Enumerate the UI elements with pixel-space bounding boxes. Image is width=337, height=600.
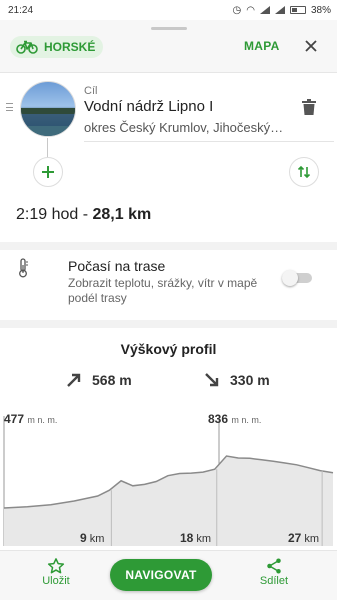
km-marker-18: 18 km: [180, 531, 211, 545]
km-marker-18-value: 18: [180, 531, 194, 545]
share-label: Sdílet: [259, 575, 289, 587]
elevation-unit: m n. m.: [27, 415, 58, 425]
sheet-header: HORSKÉ MAPA: [0, 20, 337, 72]
navigate-button[interactable]: NAVIGOVAT: [110, 559, 212, 591]
bottom-action-bar: Uložit NAVIGOVAT Sdílet: [0, 550, 337, 600]
km-marker-9-value: 9: [80, 531, 87, 545]
max-elevation-label: 836 m n. m.: [208, 412, 261, 426]
signal-icon-2: [274, 6, 285, 14]
weather-toggle[interactable]: [282, 270, 312, 286]
toggle-knob: [282, 270, 298, 286]
max-elevation-value: 836: [208, 412, 229, 426]
km-marker-9: 9 km: [80, 531, 104, 545]
section-separator-2: [0, 320, 337, 328]
battery-icon: [289, 6, 306, 14]
elevation-chart[interactable]: [0, 328, 337, 550]
waypoint-connector: [47, 138, 48, 158]
status-bar: 21:24 ◷ ◠ 38%: [0, 0, 337, 20]
destination-name[interactable]: Vodní nádrž Lipno I: [84, 98, 213, 115]
weather-row[interactable]: Počasí na trase Zobrazit teplotu, srážky…: [0, 250, 337, 320]
drag-handle-icon[interactable]: [6, 103, 13, 111]
battery-level: 38%: [310, 4, 331, 16]
weather-title: Počasí na trase: [68, 258, 166, 274]
signal-icon: [259, 6, 270, 14]
elevation-area: [4, 456, 333, 546]
elevation-profile: Výškový profil 568 m 330 m 477 m n. m. 8…: [0, 328, 337, 550]
save-button[interactable]: Uložit: [36, 557, 76, 587]
save-label: Uložit: [42, 575, 70, 587]
share-button[interactable]: Sdílet: [254, 557, 294, 587]
photo-shore: [21, 126, 75, 136]
close-icon[interactable]: [301, 36, 321, 56]
add-waypoint-button[interactable]: [33, 157, 63, 187]
elevation-unit-2: m n. m.: [231, 415, 262, 425]
route-card: Cíl Vodní nádrž Lipno I okres Český Krum…: [0, 72, 337, 242]
section-separator: [0, 242, 337, 250]
route-distance: 28,1 km: [92, 206, 152, 223]
km-marker-27-unit: km: [304, 533, 320, 545]
trash-icon[interactable]: [302, 99, 316, 120]
share-icon: [267, 558, 281, 574]
weather-description: Zobrazit teplotu, srážky, vítr v mapě po…: [68, 276, 258, 305]
min-elevation-value: 477: [4, 412, 25, 426]
route-summary: 2:19 hod - 28,1 km: [16, 206, 151, 224]
summary-separator: -: [78, 206, 93, 223]
km-marker-27: 27 km: [288, 531, 319, 545]
km-marker-9-unit: km: [89, 533, 105, 545]
min-elevation-label: 477 m n. m.: [4, 412, 57, 426]
swap-vertical-icon: [297, 165, 311, 179]
sheet-grabber[interactable]: [151, 27, 187, 30]
destination-photo[interactable]: [20, 81, 76, 137]
status-time: 21:24: [8, 4, 34, 16]
bicycle-icon: [16, 40, 38, 54]
route-duration: 2:19 hod: [16, 206, 79, 223]
plus-icon: [42, 166, 54, 178]
map-button[interactable]: MAPA: [244, 39, 280, 53]
photo-hills: [21, 108, 75, 114]
km-marker-27-value: 27: [288, 531, 302, 545]
wifi-icon: ◠: [246, 4, 255, 16]
swap-route-button[interactable]: [289, 157, 319, 187]
destination-divider: [84, 141, 334, 142]
alarm-icon: ◷: [232, 4, 242, 16]
km-marker-18-unit: km: [196, 533, 212, 545]
status-icons: ◷ ◠ 38%: [233, 5, 331, 16]
route-mode-chip[interactable]: HORSKÉ: [10, 36, 104, 58]
route-mode-label: HORSKÉ: [44, 40, 96, 54]
thermometer-icon: [18, 258, 28, 283]
destination-subtitle: okres Český Krumlov, Jihočeský…: [84, 120, 284, 135]
star-icon: [47, 558, 65, 574]
destination-type: Cíl: [84, 85, 98, 97]
